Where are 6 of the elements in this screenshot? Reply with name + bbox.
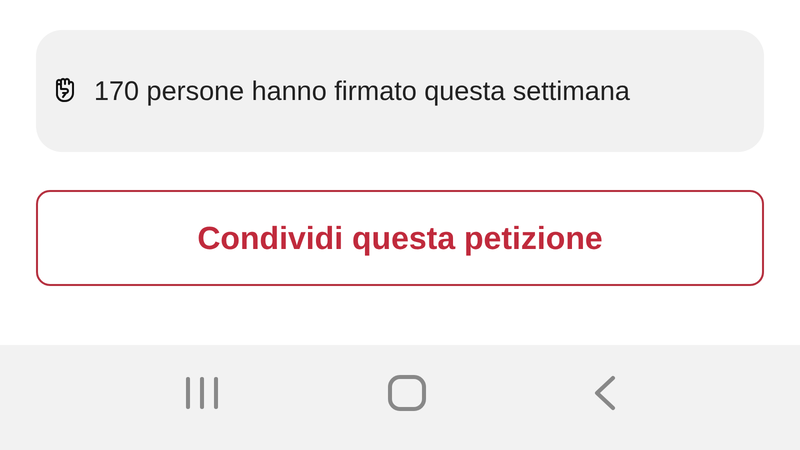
signatures-notice: 170 persone hanno firmato questa settimana [94, 75, 630, 108]
recent-apps-icon[interactable] [184, 376, 220, 410]
home-icon[interactable] [388, 374, 426, 410]
raised-fist-icon [54, 78, 76, 104]
share-button[interactable]: Condividi questa petizione [36, 190, 764, 286]
back-icon[interactable] [594, 374, 616, 410]
